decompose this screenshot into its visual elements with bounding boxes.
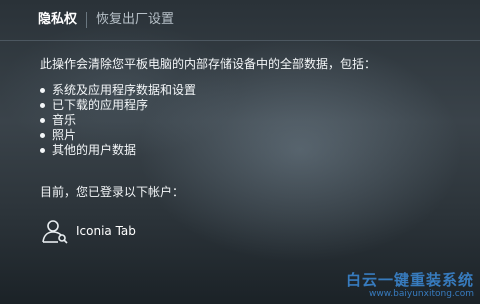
header-divider	[0, 40, 480, 41]
data-list: 系统及应用程序数据和设置 已下载的应用程序 音乐 照片 其他的用户数据	[40, 83, 460, 158]
watermark-url: www.baiyunxitong.com	[369, 289, 474, 299]
account-label: 目前，您已登录以下帐户：	[40, 185, 185, 199]
tab-divider	[86, 12, 88, 28]
list-item: 系统及应用程序数据和设置	[40, 83, 460, 98]
watermark: 白云一键重装系统 www.baiyunxitong.com	[346, 272, 474, 300]
screen: 隐私权 恢复出厂设置 此操作会清除您平板电脑的内部存储设备中的全部数据，包括： …	[0, 0, 480, 304]
list-item: 照片	[40, 128, 460, 143]
account-row: Iconia Tab	[40, 215, 136, 247]
list-item: 音乐	[40, 113, 460, 128]
list-item: 其他的用户数据	[40, 143, 460, 158]
tab-factory-reset[interactable]: 恢复出厂设置	[88, 0, 182, 40]
header: 隐私权 恢复出厂设置	[0, 0, 480, 40]
tab-privacy[interactable]: 隐私权	[30, 0, 85, 40]
watermark-title: 白云一键重装系统	[345, 271, 474, 289]
account-name: Iconia Tab	[76, 224, 136, 238]
list-item: 已下载的应用程序	[40, 98, 460, 113]
warning-content: 此操作会清除您平板电脑的内部存储设备中的全部数据，包括： 系统及应用程序数据和设…	[40, 55, 460, 158]
warning-intro: 此操作会清除您平板电脑的内部存储设备中的全部数据，包括：	[40, 57, 377, 71]
user-icon	[40, 217, 70, 245]
